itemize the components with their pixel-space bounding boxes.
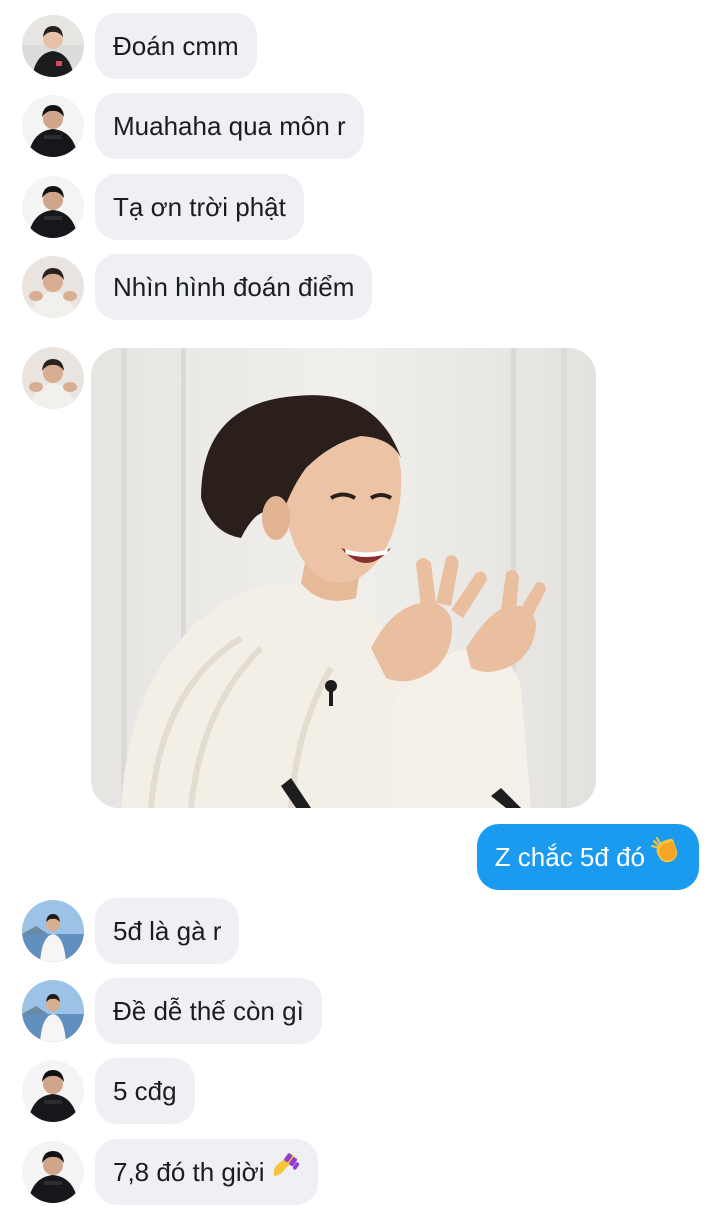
avatar[interactable] [22, 15, 84, 77]
message-bubble[interactable]: 5đ là gà r [95, 898, 240, 964]
outgoing-message-bubble[interactable]: Z chắc 5đ đó [476, 823, 699, 890]
message-row: Nhìn hình đoán điểm [0, 254, 720, 320]
message-bubble[interactable]: 5 cđg [95, 1058, 195, 1124]
avatar[interactable] [22, 176, 84, 238]
avatar[interactable] [22, 256, 84, 318]
avatar[interactable] [22, 900, 84, 962]
message-row: Tạ ơn trời phật [0, 174, 720, 240]
message-row: Z chắc 5đ đó [0, 824, 720, 890]
avatar[interactable] [22, 1141, 84, 1203]
clapping-hands-emoji [651, 823, 681, 889]
message-bubble[interactable]: Đoán cmm [95, 13, 257, 79]
message-row: 7,8 đó th giời [0, 1139, 720, 1205]
message-row: Đề dễ thế còn gì [0, 978, 720, 1044]
message-bubble[interactable]: Muahaha qua môn r [95, 93, 364, 159]
avatar[interactable] [22, 1060, 84, 1122]
message-bubble[interactable]: Nhìn hình đoán điểm [95, 254, 373, 320]
message-text: Z chắc 5đ đó [494, 842, 645, 872]
message-row: 5 cđg [0, 1058, 720, 1124]
message-bubble[interactable]: Tạ ơn trời phật [95, 174, 304, 240]
message-row: Đoán cmm [0, 13, 720, 79]
avatar[interactable] [22, 95, 84, 157]
chat-thread: Đoán cmm Muahaha qua môn r Tạ ơn trời ph… [0, 0, 720, 1216]
laughing-man-photo[interactable] [91, 348, 596, 808]
message-row: Muahaha qua môn r [0, 93, 720, 159]
avatar[interactable] [22, 347, 84, 409]
message-bubble[interactable]: Đề dễ thế còn gì [95, 978, 322, 1044]
nail-polish-emoji [270, 1138, 300, 1204]
avatar[interactable] [22, 980, 84, 1042]
message-bubble[interactable]: 7,8 đó th giời [95, 1138, 319, 1205]
message-text: 7,8 đó th giời [113, 1157, 265, 1187]
message-row: 5đ là gà r [0, 898, 720, 964]
